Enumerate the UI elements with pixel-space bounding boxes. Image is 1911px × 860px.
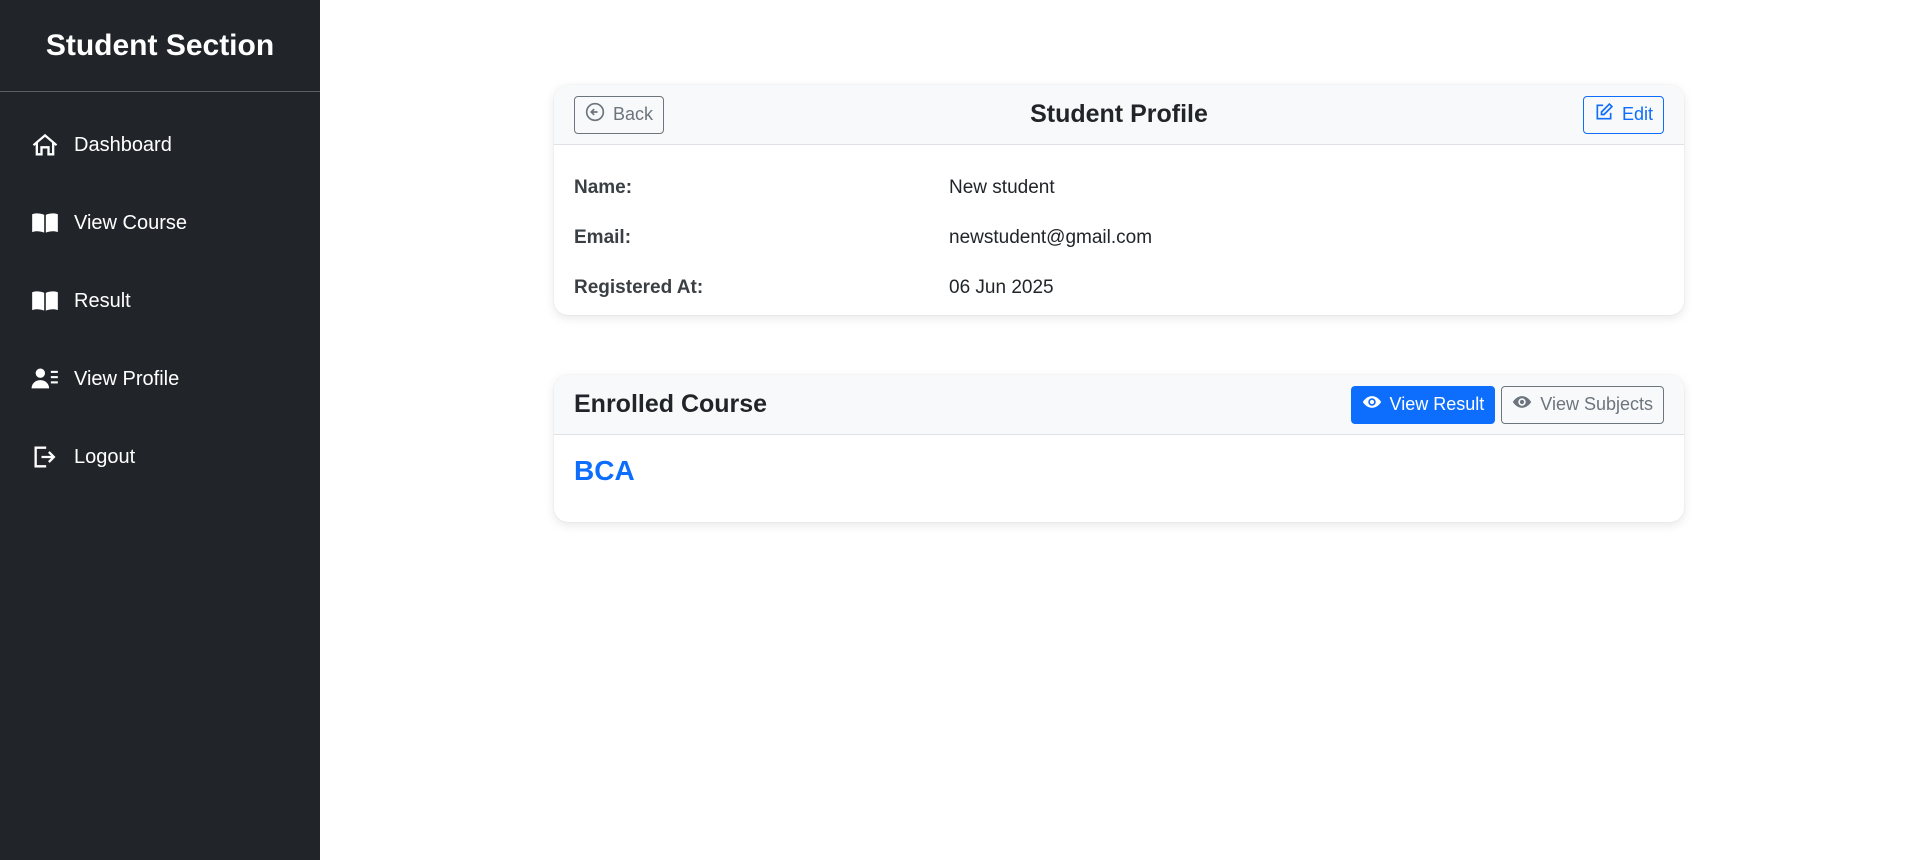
sidebar-item-result[interactable]: Result	[0, 262, 320, 340]
sidebar-item-label: Result	[74, 289, 131, 312]
sidebar: Student Section Dashboard View Course Re…	[0, 0, 320, 860]
sidebar-item-view-profile[interactable]: View Profile	[0, 340, 320, 418]
view-result-label: View Result	[1389, 394, 1485, 414]
sidebar-item-view-course[interactable]: View Course	[0, 184, 320, 262]
course-card-header: Enrolled Course View Result View Subject…	[554, 375, 1684, 435]
book-icon	[30, 286, 60, 316]
course-actions: View Result View Subjects	[1350, 385, 1664, 424]
student-profile-card: Back Student Profile Edit Name: New stud…	[554, 85, 1684, 315]
profile-card-header: Back Student Profile Edit	[554, 85, 1684, 145]
view-subjects-label: View Subjects	[1540, 394, 1653, 414]
name-label: Name:	[574, 177, 633, 198]
logout-icon	[30, 442, 60, 472]
view-subjects-button[interactable]: View Subjects	[1501, 385, 1664, 424]
course-card-title: Enrolled Course	[574, 390, 768, 418]
eye-icon	[1512, 392, 1532, 417]
main-content: Back Student Profile Edit Name: New stud…	[320, 0, 1911, 860]
course-body: BCA	[554, 435, 1684, 507]
registered-value: 06 Jun 2025	[949, 277, 1054, 298]
sidebar-item-label: View Course	[74, 211, 188, 234]
back-button[interactable]: Back	[574, 95, 665, 134]
view-result-button[interactable]: View Result	[1350, 385, 1496, 424]
sidebar-item-label: Dashboard	[74, 133, 172, 156]
user-list-icon	[30, 364, 60, 394]
eye-icon	[1362, 392, 1382, 417]
course-name-link[interactable]: BCA	[574, 455, 635, 486]
book-icon	[30, 208, 60, 238]
sidebar-brand: Student Section	[0, 0, 320, 92]
edit-button[interactable]: Edit	[1582, 95, 1664, 134]
home-icon	[30, 130, 60, 160]
edit-button-label: Edit	[1621, 104, 1653, 124]
page-title: Student Profile	[1030, 100, 1208, 128]
profile-info: Name: New student Email: newstudent@gmai…	[554, 145, 1684, 313]
sidebar-nav: Dashboard View Course Result View Profil…	[0, 106, 320, 496]
registered-label: Registered At:	[574, 277, 704, 298]
edit-icon	[1594, 102, 1614, 127]
sidebar-item-dashboard[interactable]: Dashboard	[0, 106, 320, 184]
back-button-label: Back	[613, 104, 654, 124]
sidebar-item-label: View Profile	[74, 367, 180, 390]
info-row-registered: Registered At: 06 Jun 2025	[574, 263, 1664, 313]
info-row-name: Name: New student	[574, 163, 1664, 213]
name-value: New student	[949, 177, 1055, 198]
arrow-left-circle-icon	[585, 102, 605, 127]
sidebar-item-logout[interactable]: Logout	[0, 418, 320, 496]
enrolled-course-card: Enrolled Course View Result View Subject…	[554, 375, 1684, 522]
info-row-email: Email: newstudent@gmail.com	[574, 213, 1664, 263]
sidebar-item-label: Logout	[74, 445, 136, 468]
email-label: Email:	[574, 227, 632, 248]
email-value: newstudent@gmail.com	[949, 227, 1153, 248]
